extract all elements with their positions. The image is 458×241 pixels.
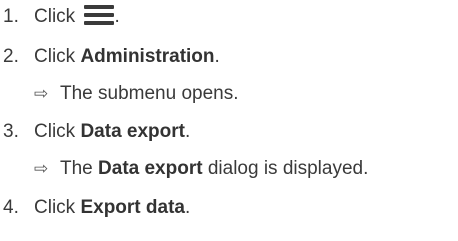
step-target-label: Data export	[80, 121, 185, 142]
result-bold-label: Data export	[98, 158, 203, 179]
step-number: 3.	[3, 121, 19, 142]
result-arrow-icon: ⇨	[34, 159, 49, 178]
step-text: Click Data export.	[34, 119, 190, 145]
step-number: 2.	[3, 46, 19, 67]
step-text: Click Administration.	[34, 44, 220, 70]
result-text: dialog is displayed.	[202, 158, 369, 179]
step-3-result: ⇨ The Data export dialog is displayed.	[34, 156, 368, 182]
step-target-label: Export data	[80, 197, 185, 218]
step-suffix: .	[214, 46, 220, 67]
step-target-label: Administration	[80, 46, 215, 67]
step-prefix: Click	[34, 6, 81, 27]
step-2-result: ⇨ The submenu opens.	[34, 81, 239, 107]
step-text: Click .	[34, 4, 120, 30]
step-suffix: .	[114, 6, 120, 27]
step-prefix: Click	[34, 46, 81, 67]
step-suffix: .	[184, 197, 191, 218]
hamburger-menu-icon	[84, 4, 115, 26]
step-prefix: Click	[34, 197, 81, 218]
instruction-steps: 1. Click . 2. Click Administration. ⇨ The…	[0, 0, 458, 241]
step-prefix: Click	[34, 121, 81, 142]
result-arrow-icon: ⇨	[34, 84, 49, 103]
step-number: 4.	[3, 197, 19, 218]
step-number: 1.	[3, 6, 19, 27]
result-text: The submenu opens.	[60, 83, 239, 104]
result-text: The	[60, 158, 99, 179]
step-suffix: .	[184, 121, 191, 142]
step-text: Click Export data.	[34, 195, 190, 221]
